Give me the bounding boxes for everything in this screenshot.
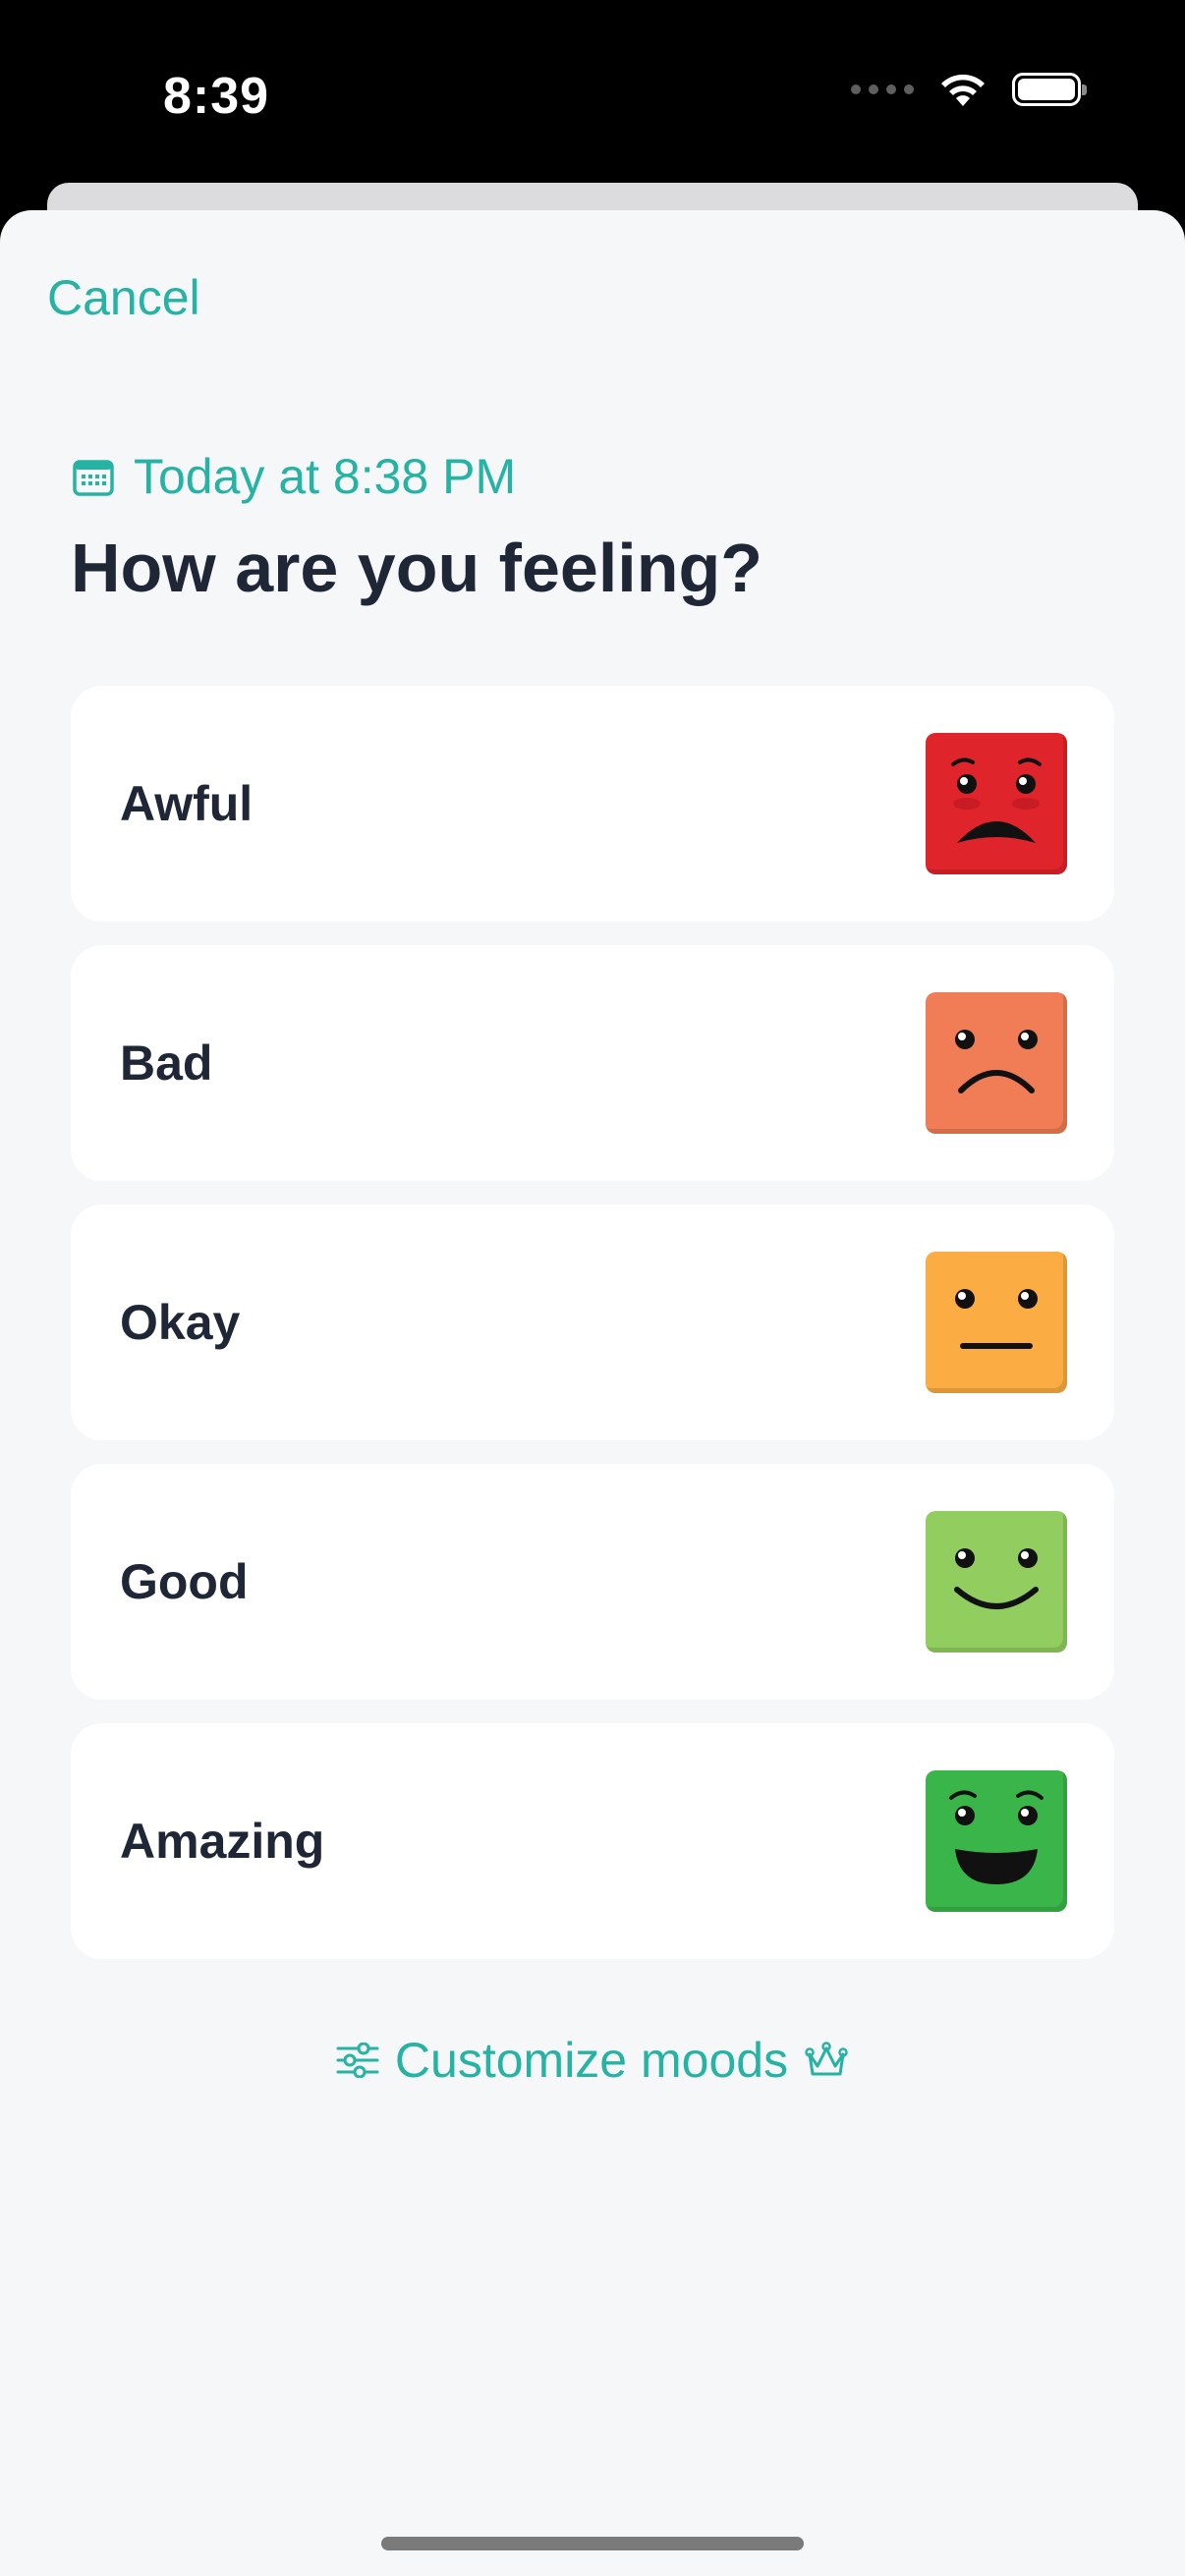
status-indicators — [851, 71, 1087, 108]
mood-entry-sheet: Cancel Today at 8:38 PM How are you feel… — [0, 210, 1185, 2576]
mood-option-awful[interactable]: Awful — [71, 686, 1114, 922]
wifi-icon — [941, 74, 985, 106]
page-title: How are you feeling? — [71, 530, 762, 606]
mood-option-bad[interactable]: Bad — [71, 945, 1114, 1181]
mood-option-okay[interactable]: Okay — [71, 1204, 1114, 1440]
mood-option-amazing[interactable]: Amazing — [71, 1723, 1114, 1959]
mood-label: Good — [120, 1554, 249, 1609]
calendar-icon — [73, 460, 114, 496]
amazing-face-icon — [926, 1770, 1067, 1912]
home-indicator — [381, 2537, 804, 2550]
date-text: Today at 8:38 PM — [134, 449, 517, 504]
cancel-button[interactable]: Cancel — [47, 269, 200, 326]
battery-icon — [1012, 73, 1087, 106]
status-time: 8:39 — [163, 68, 270, 125]
mood-label: Okay — [120, 1295, 241, 1350]
mood-label: Awful — [120, 776, 254, 831]
sliders-icon — [336, 2043, 379, 2078]
customize-moods-button[interactable]: Customize moods — [0, 2032, 1185, 2089]
okay-face-icon — [926, 1252, 1067, 1393]
date-selector[interactable]: Today at 8:38 PM — [73, 448, 516, 505]
mood-list: Awful Bad Okay Good Amazing — [71, 686, 1114, 1983]
mood-label: Bad — [120, 1036, 213, 1091]
awful-face-icon — [926, 733, 1067, 874]
cellular-signal-icon — [851, 84, 914, 94]
customize-moods-label: Customize moods — [394, 2033, 789, 2088]
mood-label: Amazing — [120, 1814, 325, 1869]
status-bar: 8:39 — [0, 0, 1185, 187]
mood-option-good[interactable]: Good — [71, 1464, 1114, 1700]
crown-icon — [805, 2042, 848, 2076]
good-face-icon — [926, 1511, 1067, 1652]
bad-face-icon — [926, 992, 1067, 1134]
